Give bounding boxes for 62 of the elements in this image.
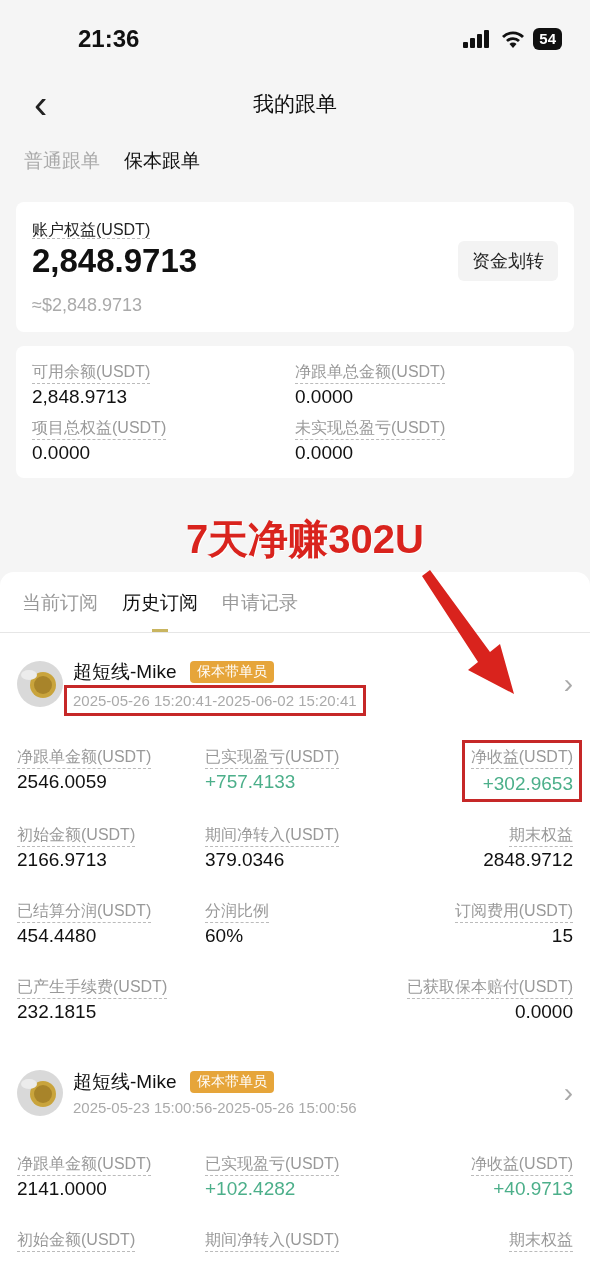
stat-value: 379.0346 [205, 849, 285, 871]
equity-value: 2,848.9713 [32, 242, 198, 280]
stat-label: 净跟单金额(USDT) [17, 1154, 152, 1176]
stat-value: +102.4282 [205, 1178, 296, 1200]
stat-value: 2166.9713 [17, 849, 107, 871]
stat-label: 净收益(USDT) [470, 1154, 573, 1176]
stat-label: 订阅费用(USDT) [454, 901, 573, 923]
subscription-period: 2025-05-26 15:20:41-2025-06-02 15:20:41 [73, 692, 357, 709]
summary-label: 净跟单总金额(USDT) [295, 362, 446, 384]
stat-label: 初始金额(USDT) [17, 1230, 136, 1252]
summary-value: 0.0000 [295, 386, 354, 408]
chevron-right-icon[interactable]: › [563, 1076, 573, 1109]
stat-label: 分润比例 [205, 901, 269, 923]
stat-label: 已实现盈亏(USDT) [205, 1154, 340, 1176]
stat-value: 2141.0000 [17, 1178, 107, 1200]
stat-label: 已获取保本赔付(USDT) [406, 977, 573, 999]
trader-name: 超短线-Mike [73, 1070, 177, 1094]
mode-tab[interactable]: 普通跟单 [24, 148, 100, 174]
mode-tab[interactable]: 保本跟单 [124, 148, 200, 174]
chevron-right-icon[interactable]: › [563, 668, 573, 700]
trader-badge: 保本带单员 [190, 1071, 275, 1093]
stat-label: 已结算分润(USDT) [17, 901, 152, 923]
stat-value: 232.1815 [17, 1001, 97, 1023]
back-button[interactable]: ‹ [28, 84, 54, 124]
battery-level: 54 [533, 28, 562, 50]
record-tab[interactable]: 申请记录 [222, 590, 298, 632]
status-time: 21:36 [78, 25, 140, 53]
stat-value: 60% [205, 925, 244, 947]
stat-value: 15 [551, 925, 573, 947]
stat-label: 净跟单金额(USDT) [17, 747, 152, 769]
summary-label: 未实现总盈亏(USDT) [295, 418, 446, 440]
trader-name: 超短线-Mike [73, 660, 177, 684]
page-title: 我的跟单 [253, 91, 337, 117]
stat-label: 已实现盈亏(USDT) [205, 747, 340, 769]
stat-label: 期间净转入(USDT) [205, 1230, 340, 1252]
annotation-text: 7天净赚302U [186, 516, 424, 563]
summary-value: 0.0000 [295, 442, 354, 464]
stat-label: 初始金额(USDT) [17, 825, 136, 847]
stat-value: 2546.0059 [17, 771, 107, 793]
stat-value: 2848.9712 [483, 849, 573, 871]
wifi-icon [501, 30, 526, 48]
subscription-period: 2025-05-23 15:00:56-2025-05-26 15:00:56 [73, 1099, 358, 1116]
stat-label: 净收益(USDT) [470, 747, 573, 769]
stat-value: 454.4480 [17, 925, 97, 947]
stat-value: 0.0000 [514, 1001, 573, 1023]
summary-label: 可用余额(USDT) [32, 362, 151, 384]
summary-value: 0.0000 [32, 442, 91, 464]
stat-value: +40.9713 [493, 1178, 573, 1200]
summary-label: 项目总权益(USDT) [32, 418, 167, 440]
summary-value: 2,848.9713 [32, 386, 128, 408]
record-tab[interactable]: 历史订阅 [122, 590, 198, 632]
record-tab[interactable]: 当前订阅 [22, 590, 98, 632]
trader-badge: 保本带单员 [190, 661, 275, 683]
equity-approx: ≈$2,848.9713 [32, 295, 142, 316]
stat-value: +302.9653 [482, 773, 573, 795]
stat-label: 期末权益 [509, 825, 573, 847]
stat-value: +757.4133 [205, 771, 296, 793]
stat-label: 期末权益 [509, 1230, 573, 1252]
transfer-button[interactable]: 资金划转 [458, 241, 558, 281]
stat-label: 已产生手续费(USDT) [17, 977, 168, 999]
equity-label: 账户权益(USDT) [32, 221, 151, 239]
stat-label: 期间净转入(USDT) [205, 825, 340, 847]
